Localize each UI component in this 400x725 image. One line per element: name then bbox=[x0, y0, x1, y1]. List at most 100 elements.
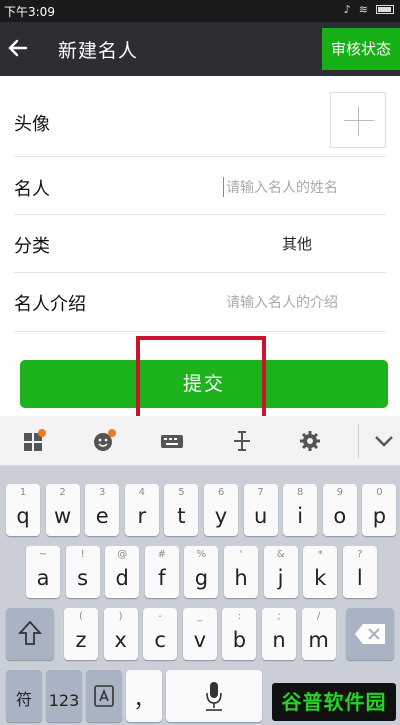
key-label: i bbox=[297, 504, 304, 528]
key-label: c bbox=[154, 628, 166, 652]
key-label: r bbox=[137, 504, 147, 528]
key-n[interactable]: ; n bbox=[262, 608, 296, 660]
key-s[interactable]: ! s bbox=[65, 546, 100, 598]
apps-grid-icon[interactable] bbox=[22, 429, 46, 453]
key-label: t bbox=[177, 504, 186, 528]
key-k[interactable]: * k bbox=[303, 546, 338, 598]
numbers-key[interactable]: 123 bbox=[46, 670, 82, 722]
key-q[interactable]: 1q bbox=[6, 484, 40, 536]
key-g[interactable]: % g bbox=[184, 546, 219, 598]
key-secondary-label: * bbox=[317, 549, 323, 560]
key-z[interactable]: (z bbox=[64, 608, 98, 660]
backspace-icon bbox=[355, 624, 385, 644]
chevron-down-icon[interactable] bbox=[372, 429, 396, 453]
key-secondary-label: 6 bbox=[217, 487, 225, 498]
comma-key[interactable]: ， bbox=[126, 670, 162, 722]
category-label: 分类 bbox=[14, 236, 50, 257]
key-secondary-label: ) bbox=[118, 611, 123, 622]
key-e[interactable]: 3e bbox=[85, 484, 120, 536]
status-time: 下午3:09 bbox=[4, 5, 55, 19]
review-status-button[interactable]: 审核状态 bbox=[322, 28, 400, 70]
category-value[interactable]: 其他 bbox=[282, 233, 312, 254]
key-label: u bbox=[253, 504, 268, 528]
key-d[interactable]: @ d bbox=[105, 546, 140, 598]
key-label: q bbox=[16, 504, 30, 528]
key-secondary-label: # bbox=[157, 549, 166, 560]
battery-icon bbox=[376, 5, 394, 14]
key-secondary-label: % bbox=[196, 549, 207, 560]
language-switch-key[interactable] bbox=[86, 670, 122, 722]
key-secondary-label: / bbox=[316, 611, 321, 622]
add-avatar-button[interactable] bbox=[330, 92, 386, 148]
cursor-icon[interactable] bbox=[230, 429, 254, 453]
site-watermark: 谷普软件园 bbox=[272, 683, 396, 721]
key-p[interactable]: 0p bbox=[362, 484, 397, 536]
key-label: e bbox=[95, 504, 109, 528]
name-label: 名人 bbox=[14, 179, 50, 200]
key-r[interactable]: 4r bbox=[124, 484, 159, 536]
key-label: h bbox=[234, 566, 248, 590]
key-label: j bbox=[277, 566, 284, 590]
voice-space-key[interactable] bbox=[166, 670, 262, 722]
key-secondary-label: ~ bbox=[38, 549, 48, 560]
keyboard-layout-icon[interactable] bbox=[160, 429, 184, 453]
shift-key[interactable] bbox=[6, 608, 54, 660]
key-u[interactable]: 7u bbox=[243, 484, 278, 536]
key-label: m bbox=[308, 628, 329, 652]
key-a[interactable]: ~ a bbox=[26, 546, 60, 598]
key-label: d bbox=[115, 566, 129, 590]
key-x[interactable]: ) x bbox=[103, 608, 138, 660]
shift-icon bbox=[18, 620, 42, 645]
key-label: f bbox=[158, 566, 166, 590]
name-input[interactable]: 请输入名人的姓名 bbox=[223, 177, 338, 197]
key-l[interactable]: ? l bbox=[342, 546, 377, 598]
intro-row: 名人介绍 请输入名人的介绍 bbox=[0, 273, 400, 331]
key-secondary-label: 9 bbox=[336, 487, 343, 498]
intro-label: 名人介绍 bbox=[14, 294, 86, 315]
status-icons: ♪ ≋ bbox=[344, 3, 394, 16]
status-bar: 下午3:09 ♪ ≋ bbox=[0, 0, 400, 22]
intro-input[interactable]: 请输入名人的介绍 bbox=[226, 292, 338, 312]
key-label: b bbox=[232, 628, 247, 652]
key-b[interactable]: :b bbox=[222, 608, 257, 660]
gear-icon[interactable] bbox=[298, 429, 322, 453]
key-f[interactable]: # f bbox=[144, 546, 179, 598]
key-label: s bbox=[77, 566, 89, 590]
key-i[interactable]: 8i bbox=[283, 484, 318, 536]
page-title: 新建名人 bbox=[58, 40, 139, 62]
key-secondary-label: ; bbox=[277, 611, 281, 622]
key-label: g bbox=[194, 566, 209, 590]
key-t[interactable]: 5t bbox=[164, 484, 199, 536]
key-h[interactable]: ' h bbox=[224, 546, 258, 598]
key-label: p bbox=[372, 504, 387, 528]
key-secondary-label: ! bbox=[80, 549, 85, 560]
key-label: k bbox=[314, 566, 327, 590]
key-secondary-label: 7 bbox=[257, 487, 264, 498]
key-secondary-label: 8 bbox=[297, 487, 304, 498]
key-secondary-label: 3 bbox=[99, 487, 106, 498]
symbols-key[interactable]: 符 bbox=[6, 670, 42, 722]
key-m[interactable]: / m bbox=[301, 608, 336, 660]
emoji-icon[interactable] bbox=[92, 429, 116, 453]
key-w[interactable]: 2w bbox=[45, 484, 80, 536]
key-c[interactable]: -c bbox=[143, 608, 178, 660]
key-j[interactable]: & j bbox=[263, 546, 298, 598]
key-secondary-label: ? bbox=[357, 549, 363, 560]
key-label: l bbox=[356, 566, 363, 590]
backspace-key[interactable] bbox=[346, 608, 394, 660]
back-arrow-icon[interactable] bbox=[6, 36, 30, 60]
key-secondary-label: 4 bbox=[138, 487, 145, 498]
key-v[interactable]: _ v bbox=[182, 608, 217, 660]
key-label: a bbox=[36, 566, 50, 590]
key-y[interactable]: 6y bbox=[204, 484, 238, 536]
key-secondary-label: 1 bbox=[19, 487, 27, 498]
keyboard-toolbar bbox=[0, 416, 400, 466]
key-secondary-label: & bbox=[276, 549, 285, 560]
mute-icon: ♪ bbox=[343, 3, 351, 16]
avatar-row: 头像 bbox=[0, 84, 400, 156]
key-secondary-label: _ bbox=[197, 611, 203, 622]
key-secondary-label: : bbox=[237, 611, 242, 622]
key-secondary-label: 2 bbox=[59, 487, 66, 498]
category-row[interactable]: 分类 其他 bbox=[0, 215, 400, 273]
key-o[interactable]: 9o bbox=[322, 484, 357, 536]
